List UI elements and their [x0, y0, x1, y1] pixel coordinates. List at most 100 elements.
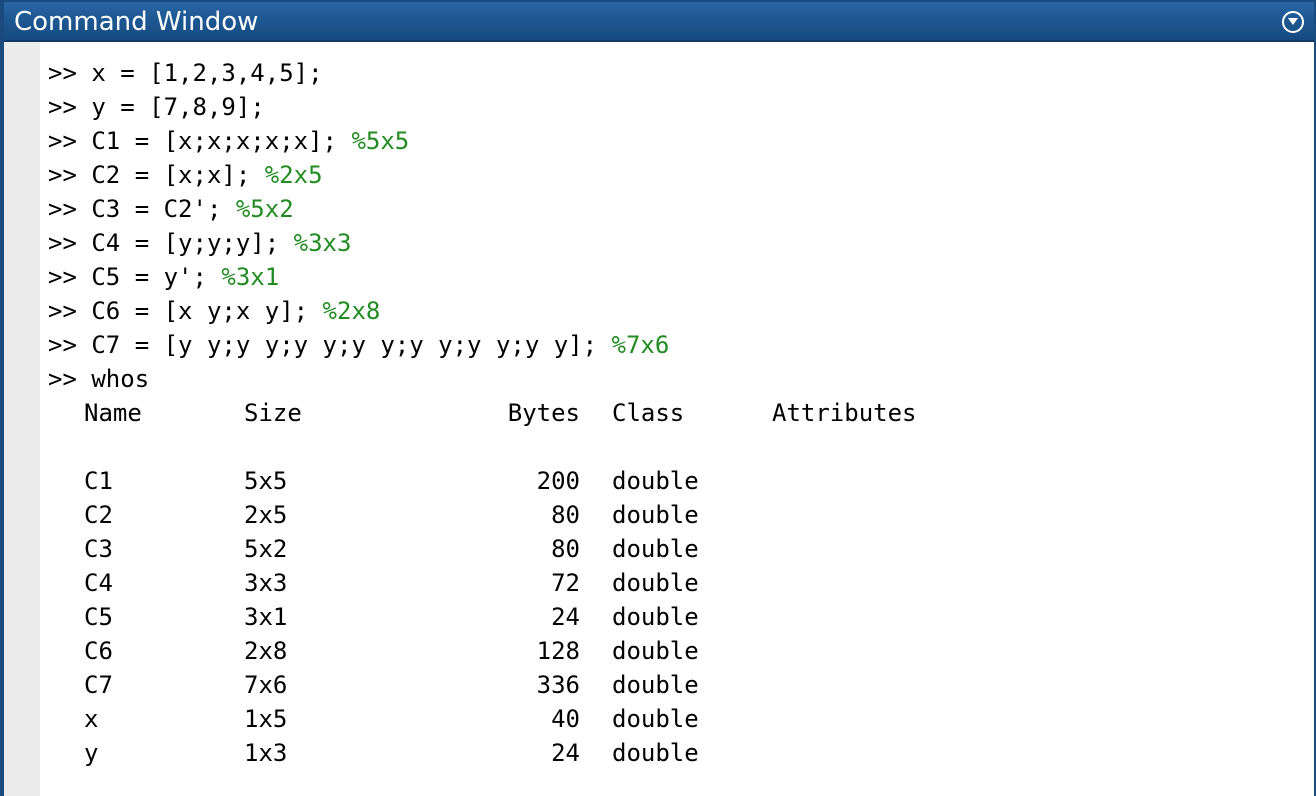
variable-name: C6	[84, 637, 113, 665]
table-row: C4 3x3 72 double	[48, 566, 1048, 600]
variable-size: 1x5	[244, 705, 288, 733]
variable-bytes: 80	[551, 535, 580, 563]
variable-name: C2	[84, 501, 113, 529]
command-code: whos	[91, 365, 150, 393]
command-comment: %2x8	[322, 297, 381, 325]
command-comment: %7x6	[611, 331, 670, 359]
prompt: >>	[48, 297, 92, 325]
variable-size: 7x6	[244, 671, 288, 699]
command-window: Command Window >> x = [1,2,3,4,5]; >> y =…	[0, 0, 1316, 796]
prompt: >>	[48, 365, 92, 393]
variable-bytes: 72	[551, 569, 580, 597]
prompt: >>	[48, 263, 92, 291]
variable-name: C3	[84, 535, 113, 563]
variable-size: 2x5	[244, 501, 288, 529]
variable-bytes: 200	[536, 467, 580, 495]
variable-size: 5x2	[244, 535, 288, 563]
variable-size: 1x3	[244, 739, 288, 767]
command-line[interactable]: >> C1 = [x;x;x;x;x]; %5x5	[48, 124, 1298, 158]
prompt: >>	[48, 229, 92, 257]
command-line[interactable]: >> C3 = C2'; %5x2	[48, 192, 1298, 226]
title-bar[interactable]: Command Window	[4, 2, 1314, 42]
variable-bytes: 24	[551, 603, 580, 631]
variable-name: C7	[84, 671, 113, 699]
variable-class: double	[612, 671, 699, 699]
variable-bytes: 128	[536, 637, 580, 665]
command-line[interactable]: >> C4 = [y;y;y]; %3x3	[48, 226, 1298, 260]
whos-output: Name Size Bytes Class Attributes C1 5x5 20…	[48, 396, 1048, 770]
command-comment: %5x2	[235, 195, 294, 223]
prompt: >>	[48, 331, 92, 359]
chevron-circle-down-icon	[1288, 18, 1298, 25]
variable-class: double	[612, 739, 699, 767]
console-output[interactable]: >> x = [1,2,3,4,5]; >> y = [7,8,9]; >> C1 …	[48, 56, 1298, 770]
variable-name: x	[84, 705, 99, 733]
variable-bytes: 336	[536, 671, 580, 699]
header-bytes: Bytes	[507, 399, 580, 427]
command-line[interactable]: >> C5 = y'; %3x1	[48, 260, 1298, 294]
variable-class: double	[612, 535, 699, 563]
variable-name: y	[84, 739, 99, 767]
command-code: C5 = y';	[91, 263, 222, 291]
variable-name: C1	[84, 467, 113, 495]
command-code: C7 = [y y;y y;y y;y y;y y;y y;y y];	[91, 331, 612, 359]
command-comment: %3x3	[293, 229, 352, 257]
command-code: C1 = [x;x;x;x;x];	[91, 127, 352, 155]
command-comment: %5x5	[351, 127, 410, 155]
command-comment: %2x5	[264, 161, 323, 189]
command-line[interactable]: >> y = [7,8,9];	[48, 90, 1298, 124]
table-row: C6 2x8 128 double	[48, 634, 1048, 668]
command-line[interactable]: >> x = [1,2,3,4,5];	[48, 56, 1298, 90]
header-size: Size	[244, 399, 302, 427]
variable-class: double	[612, 603, 699, 631]
command-code: x = [1,2,3,4,5];	[91, 59, 323, 87]
left-gutter	[4, 42, 40, 796]
prompt: >>	[48, 59, 92, 87]
table-row: C5 3x1 24 double	[48, 600, 1048, 634]
variable-class: double	[612, 705, 699, 733]
command-line[interactable]: >> C2 = [x;x]; %2x5	[48, 158, 1298, 192]
prompt: >>	[48, 93, 92, 121]
whos-rows: C1 5x5 200 double C2 2x5 80 double C3 5x2 80 double…	[48, 464, 1048, 770]
window-actions-button[interactable]	[1282, 11, 1304, 33]
table-row: x 1x5 40 double	[48, 702, 1048, 736]
variable-size: 5x5	[244, 467, 288, 495]
variable-class: double	[612, 637, 699, 665]
variable-name: C4	[84, 569, 113, 597]
table-row: C1 5x5 200 double	[48, 464, 1048, 498]
command-code: C2 = [x;x];	[91, 161, 265, 189]
table-row: C2 2x5 80 double	[48, 498, 1048, 532]
command-code: C3 = C2';	[91, 195, 236, 223]
command-comment: %3x1	[221, 263, 280, 291]
prompt: >>	[48, 127, 92, 155]
variable-bytes: 24	[551, 739, 580, 767]
variable-class: double	[612, 467, 699, 495]
command-code: y = [7,8,9];	[91, 93, 265, 121]
header-attributes: Attributes	[772, 399, 917, 427]
command-code: C6 = [x y;x y];	[91, 297, 323, 325]
table-row: y 1x3 24 double	[48, 736, 1048, 770]
table-row: C7 7x6 336 double	[48, 668, 1048, 702]
variable-size: 3x1	[244, 603, 288, 631]
command-window-content[interactable]: >> x = [1,2,3,4,5]; >> y = [7,8,9]; >> C1 …	[4, 42, 1314, 796]
variable-size: 3x3	[244, 569, 288, 597]
variable-name: C5	[84, 603, 113, 631]
header-class: Class	[612, 399, 685, 427]
variable-bytes: 80	[551, 501, 580, 529]
variable-class: double	[612, 501, 699, 529]
prompt: >>	[48, 161, 92, 189]
whos-header-row: Name Size Bytes Class Attributes	[48, 396, 1048, 430]
variable-size: 2x8	[244, 637, 288, 665]
window-title: Command Window	[14, 7, 259, 37]
variable-class: double	[612, 569, 699, 597]
command-code: C4 = [y;y;y];	[91, 229, 294, 257]
command-line[interactable]: >> whos	[48, 362, 1298, 396]
command-history: >> x = [1,2,3,4,5]; >> y = [7,8,9]; >> C1 …	[48, 56, 1298, 396]
header-name: Name	[84, 399, 142, 427]
command-line[interactable]: >> C7 = [y y;y y;y y;y y;y y;y y;y y]; %…	[48, 328, 1298, 362]
variable-bytes: 40	[551, 705, 580, 733]
prompt: >>	[48, 195, 92, 223]
command-line[interactable]: >> C6 = [x y;x y]; %2x8	[48, 294, 1298, 328]
table-row: C3 5x2 80 double	[48, 532, 1048, 566]
